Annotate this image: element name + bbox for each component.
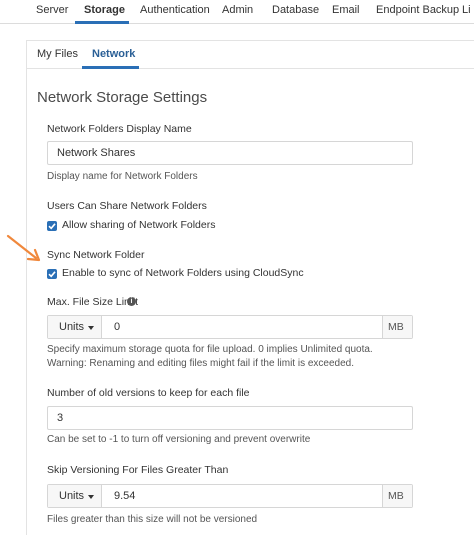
skip-versioning-input[interactable]: 9.54 — [114, 490, 135, 502]
display-name-input[interactable]: Network Shares — [47, 141, 413, 165]
versions-input[interactable]: 3 — [47, 406, 413, 430]
tab-li[interactable]: Li — [462, 4, 471, 16]
tab-authentication[interactable]: Authentication — [140, 4, 210, 16]
checkmark-icon — [48, 271, 56, 278]
tab-endpoint-backup[interactable]: Endpoint Backup — [376, 4, 459, 16]
caret-down-icon — [88, 326, 94, 330]
tab-admin[interactable]: Admin — [222, 4, 253, 16]
max-size-label: Max. File Size Limit — [47, 296, 139, 308]
units-label: Units — [59, 490, 85, 502]
max-size-unit: MB — [382, 316, 412, 338]
settings-panel: My Files Network Network Storage Setting… — [26, 40, 474, 535]
tab-server[interactable]: Server — [36, 4, 68, 16]
max-size-input[interactable]: 0 — [114, 321, 120, 333]
tab-email[interactable]: Email — [332, 4, 360, 16]
display-name-help: Display name for Network Folders — [47, 171, 198, 182]
units-label: Units — [59, 321, 85, 333]
share-label: Users Can Share Network Folders — [47, 200, 207, 212]
subtab-my-files[interactable]: My Files — [37, 48, 78, 60]
sync-checkbox[interactable] — [47, 269, 57, 279]
top-nav: Server Storage Authentication Admin Data… — [0, 0, 474, 24]
skip-versioning-label: Skip Versioning For Files Greater Than — [47, 464, 229, 476]
active-subtab-indicator — [82, 66, 139, 69]
share-checkbox-label: Allow sharing of Network Folders — [62, 219, 216, 231]
info-circle-icon[interactable]: i — [127, 297, 136, 306]
checkmark-icon — [48, 223, 56, 230]
skip-versioning-help: Files greater than this size will not be… — [47, 514, 258, 525]
sub-nav: My Files Network — [27, 41, 474, 69]
sync-checkbox-label: Enable to sync of Network Folders using … — [62, 267, 304, 279]
tab-storage[interactable]: Storage — [84, 4, 125, 16]
max-size-help: Specify maximum storage quota for file u… — [47, 344, 373, 369]
caret-down-icon — [88, 495, 94, 499]
section-title: Network Storage Settings — [37, 89, 208, 106]
display-name-label: Network Folders Display Name — [47, 123, 192, 135]
versions-help: Can be set to -1 to turn off versioning … — [47, 434, 311, 445]
skip-versioning-input-group: Units 9.54 MB — [47, 484, 413, 508]
pointer-arrow-icon — [6, 234, 41, 262]
share-checkbox[interactable] — [47, 221, 57, 231]
sync-label: Sync Network Folder — [47, 249, 145, 261]
active-tab-indicator — [75, 21, 129, 24]
subtab-network[interactable]: Network — [92, 48, 135, 60]
max-size-input-group: Units 0 MB — [47, 315, 413, 339]
tab-database[interactable]: Database — [272, 4, 319, 16]
skip-versioning-unit: MB — [382, 485, 412, 507]
versions-label: Number of old versions to keep for each … — [47, 387, 250, 399]
